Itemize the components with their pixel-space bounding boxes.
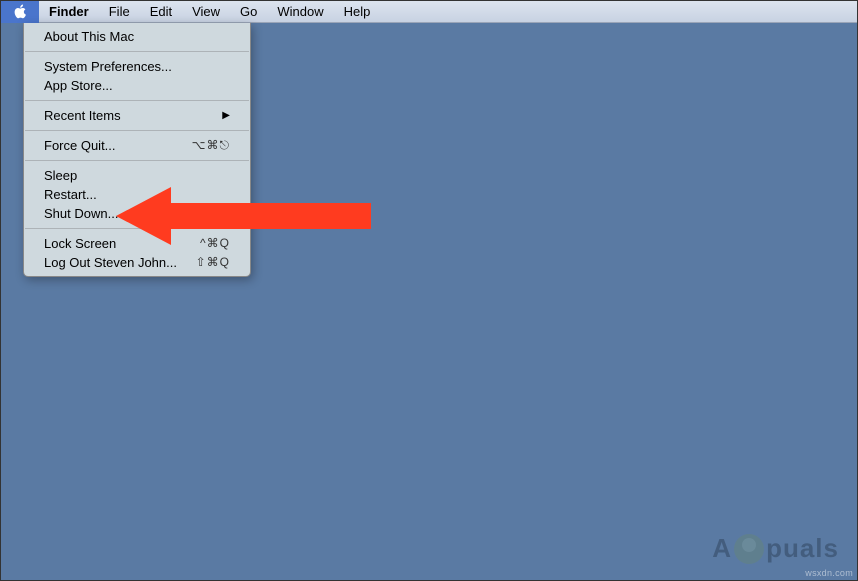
- menu-separator: [25, 228, 249, 229]
- menu-item-label: Lock Screen: [44, 236, 116, 251]
- menu-item-lock-screen[interactable]: Lock Screen ^⌘Q: [24, 234, 250, 253]
- submenu-arrow-icon: ▶: [222, 108, 230, 123]
- menubar-item-finder[interactable]: Finder: [39, 1, 99, 23]
- menu-item-label: Recent Items: [44, 108, 121, 123]
- menu-item-system-preferences[interactable]: System Preferences...: [24, 57, 250, 76]
- menu-separator: [25, 100, 249, 101]
- menu-item-app-store[interactable]: App Store...: [24, 76, 250, 95]
- menubar-item-view[interactable]: View: [182, 1, 230, 23]
- menubar-item-go[interactable]: Go: [230, 1, 267, 23]
- menu-item-label: About This Mac: [44, 29, 134, 44]
- menu-separator: [25, 160, 249, 161]
- menu-item-force-quit[interactable]: Force Quit... ⌥⌘⎋: [24, 136, 250, 155]
- menubar-item-window[interactable]: Window: [267, 1, 333, 23]
- menu-item-recent-items[interactable]: Recent Items ▶: [24, 106, 250, 125]
- menu-item-about-this-mac[interactable]: About This Mac: [24, 27, 250, 46]
- menubar: Finder File Edit View Go Window Help: [1, 1, 857, 23]
- keyboard-shortcut: ^⌘Q: [200, 236, 230, 251]
- menu-item-sleep[interactable]: Sleep: [24, 166, 250, 185]
- menubar-item-help[interactable]: Help: [334, 1, 381, 23]
- apple-menu-dropdown: About This Mac System Preferences... App…: [23, 23, 251, 277]
- menu-item-label: Sleep: [44, 168, 77, 183]
- menu-separator: [25, 130, 249, 131]
- watermark-text-suffix: puals: [766, 533, 839, 564]
- menu-item-restart[interactable]: Restart...: [24, 185, 250, 204]
- menubar-item-file[interactable]: File: [99, 1, 140, 23]
- menu-item-label: System Preferences...: [44, 59, 172, 74]
- menu-item-shut-down[interactable]: Shut Down...: [24, 204, 250, 223]
- footer-credit: wsxdn.com: [805, 568, 853, 578]
- menu-item-label: Restart...: [44, 187, 97, 202]
- menu-item-label: Force Quit...: [44, 138, 116, 153]
- keyboard-shortcut: ⇧⌘Q: [196, 255, 230, 270]
- menu-item-label: Shut Down...: [44, 206, 118, 221]
- keyboard-shortcut: ⌥⌘⎋: [192, 138, 230, 153]
- menu-item-log-out[interactable]: Log Out Steven John... ⇧⌘Q: [24, 253, 250, 272]
- menu-item-label: Log Out Steven John...: [44, 255, 177, 270]
- menu-separator: [25, 51, 249, 52]
- watermark-text-prefix: A: [712, 533, 732, 564]
- apple-logo-icon: [14, 4, 27, 19]
- watermark-avatar-icon: [734, 534, 764, 564]
- watermark-logo: A puals: [712, 533, 839, 564]
- apple-menu-button[interactable]: [1, 1, 39, 23]
- menubar-item-edit[interactable]: Edit: [140, 1, 182, 23]
- menu-item-label: App Store...: [44, 78, 113, 93]
